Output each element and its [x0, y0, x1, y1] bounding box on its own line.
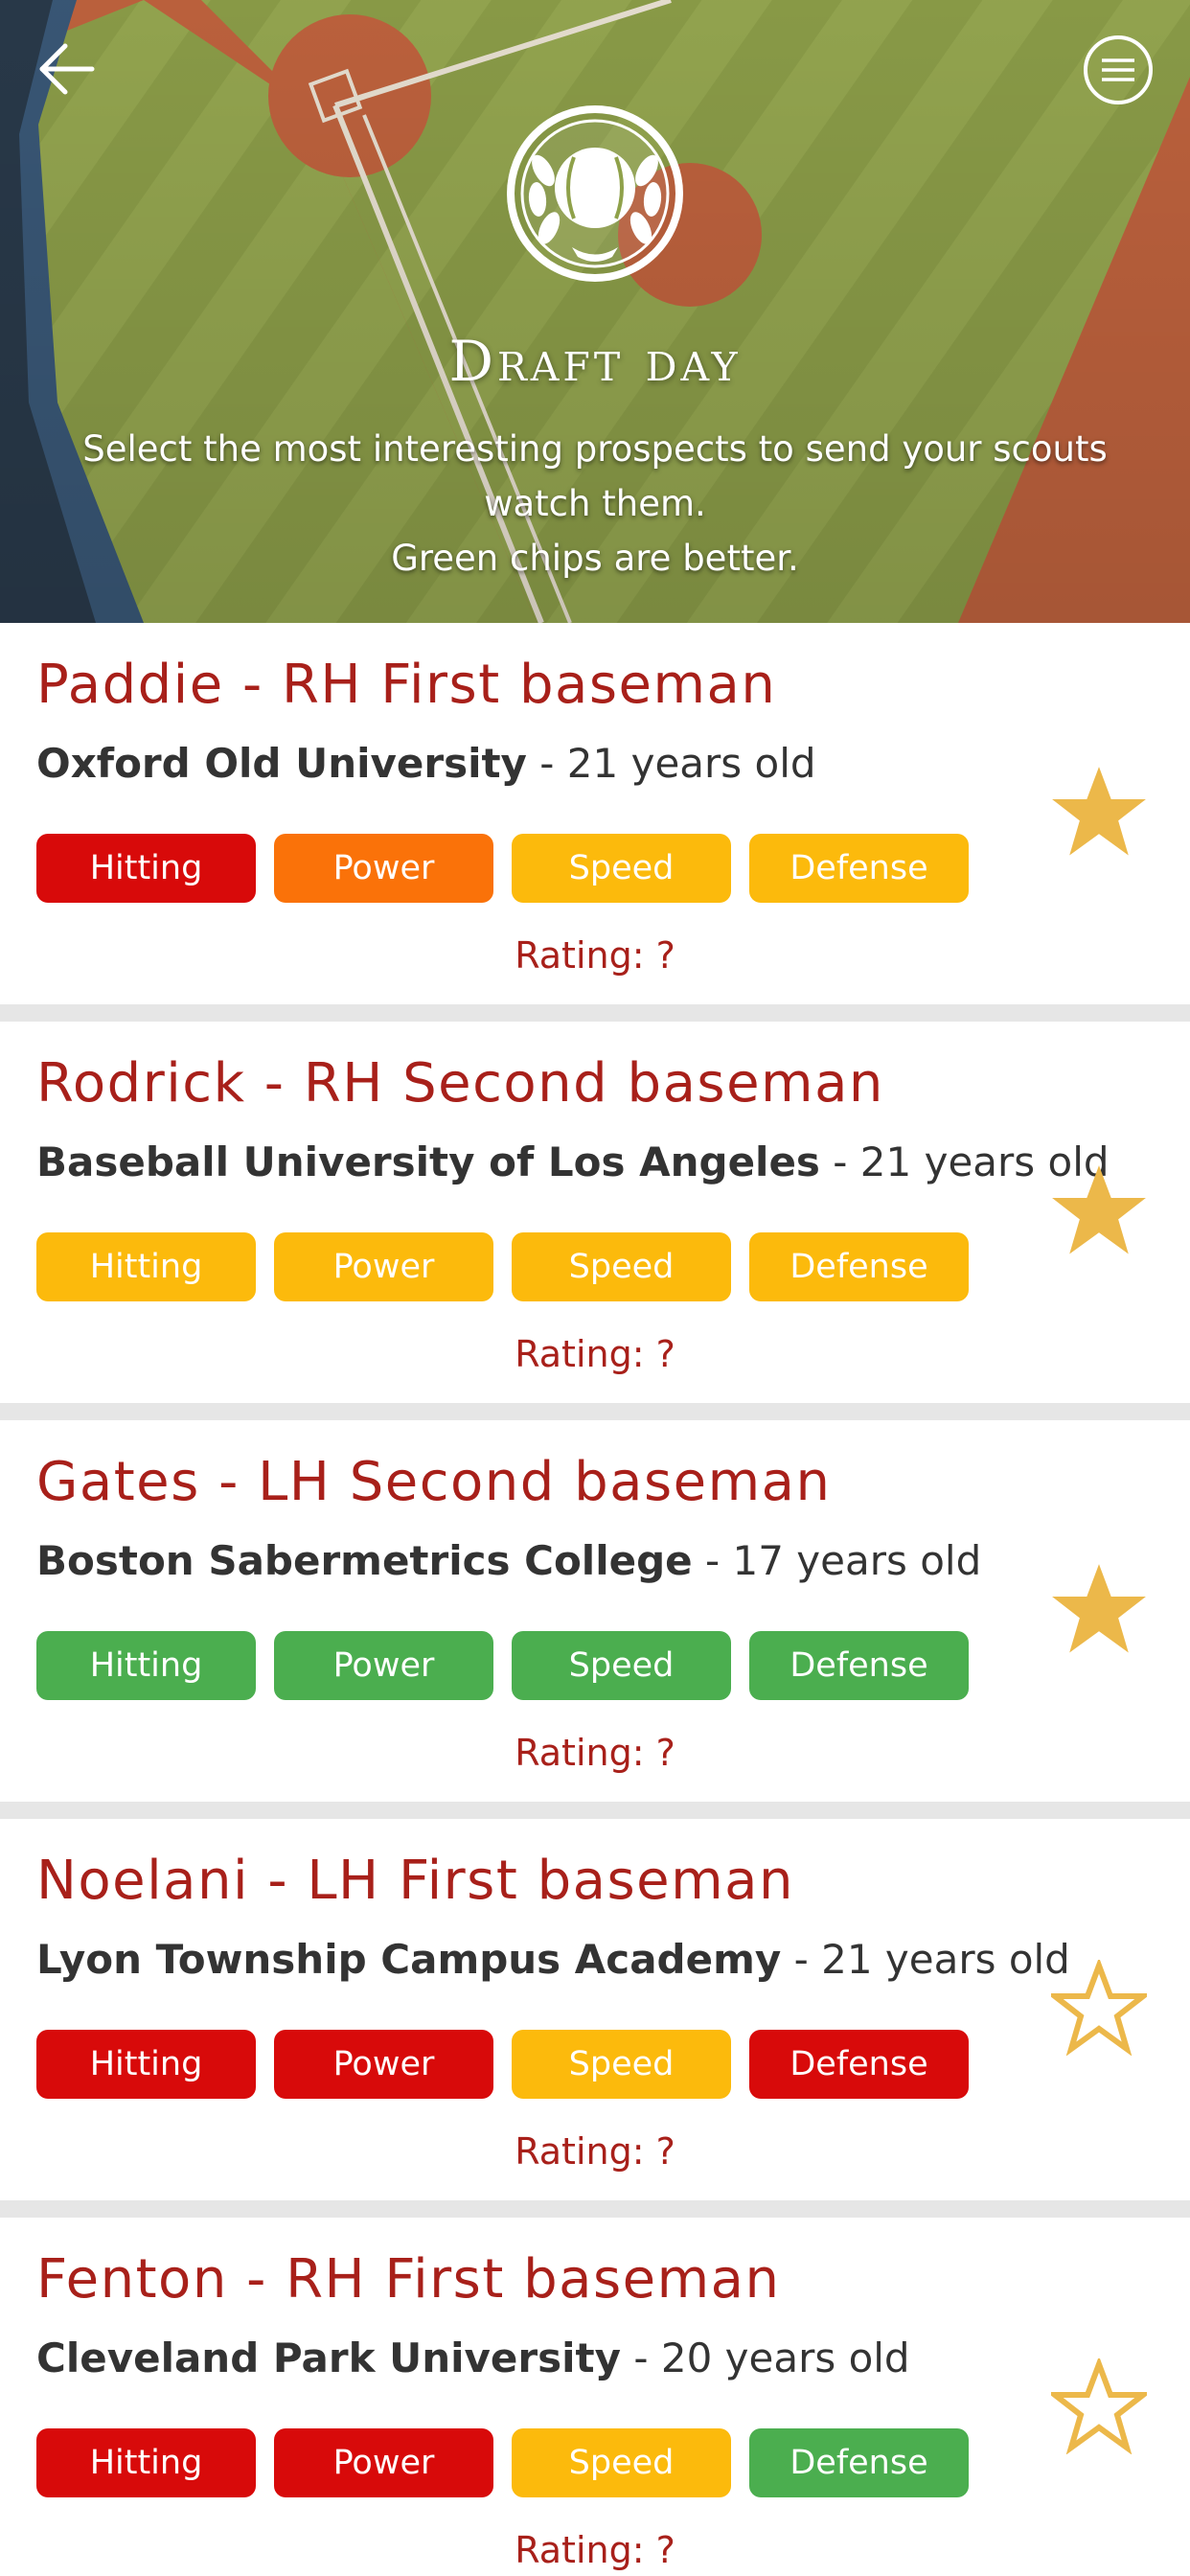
school-name: Boston Sabermetrics College — [36, 1537, 693, 1584]
school-name: Lyon Township Campus Academy — [36, 1936, 782, 1983]
prospect-school: Lyon Township Campus Academy - 21 years … — [36, 1936, 1070, 1983]
school-name: Cleveland Park University — [36, 2334, 621, 2381]
prospect-age: - 21 years old — [526, 740, 816, 787]
prospect-name: Rodrick - RH Second baseman — [36, 1052, 884, 1115]
prospect-card[interactable]: Noelani - LH First baseman Lyon Township… — [0, 1819, 1190, 2200]
chip-speed: Speed — [512, 1631, 731, 1700]
chip-speed: Speed — [512, 834, 731, 903]
star-icon[interactable] — [1051, 2358, 1147, 2454]
prospect-name: Gates - LH Second baseman — [36, 1451, 832, 1513]
chip-power: Power — [274, 1631, 493, 1700]
chip-defense: Defense — [749, 1232, 969, 1301]
chip-hitting: Hitting — [36, 1631, 256, 1700]
prospect-rating: Rating: ? — [515, 1732, 675, 1774]
chip-speed: Speed — [512, 2428, 731, 2497]
chip-defense: Defense — [749, 1631, 969, 1700]
chip-hitting: Hitting — [36, 834, 256, 903]
prospect-card[interactable]: Fenton - RH First baseman Cleveland Park… — [0, 2218, 1190, 2576]
prospect-rating: Rating: ? — [515, 2130, 675, 2173]
star-icon[interactable] — [1051, 1561, 1147, 1657]
prospect-card[interactable]: Rodrick - RH Second baseman Baseball Uni… — [0, 1022, 1190, 1403]
prospect-rating: Rating: ? — [515, 2529, 675, 2571]
star-icon[interactable] — [1051, 1162, 1147, 1258]
subtitle-line: Green chips are better. — [391, 538, 799, 579]
prospect-rating: Rating: ? — [515, 934, 675, 977]
prospect-school: Boston Sabermetrics College - 17 years o… — [36, 1537, 981, 1584]
prospect-age: - 17 years old — [692, 1537, 982, 1584]
chip-power: Power — [274, 2428, 493, 2497]
subtitle-line: watch them. — [484, 483, 706, 524]
chip-hitting: Hitting — [36, 2030, 256, 2099]
chip-defense: Defense — [749, 834, 969, 903]
chip-speed: Speed — [512, 2030, 731, 2099]
chip-power: Power — [274, 2030, 493, 2099]
page-title: Draft day — [448, 329, 742, 394]
baseball-laurel-icon — [507, 105, 683, 282]
prospect-age: - 21 years old — [781, 1936, 1070, 1983]
chip-speed: Speed — [512, 1232, 731, 1301]
hamburger-menu-icon[interactable] — [1083, 34, 1154, 105]
prospect-card[interactable]: Paddie - RH First baseman Oxford Old Uni… — [0, 623, 1190, 1004]
chip-hitting: Hitting — [36, 1232, 256, 1301]
prospect-school: Cleveland Park University - 20 years old — [36, 2334, 910, 2381]
prospect-school: Oxford Old University - 21 years old — [36, 740, 816, 787]
prospect-name: Fenton - RH First baseman — [36, 2248, 781, 2311]
prospect-list: Paddie - RH First baseman Oxford Old Uni… — [0, 623, 1190, 2576]
prospect-age: - 20 years old — [620, 2334, 910, 2381]
chip-power: Power — [274, 834, 493, 903]
header: Draft day Select the most interesting pr… — [0, 0, 1190, 623]
chip-defense: Defense — [749, 2428, 969, 2497]
prospect-school: Baseball University of Los Angeles - 21 … — [36, 1138, 1110, 1185]
prospect-name: Noelani - LH First baseman — [36, 1850, 794, 1912]
page-subtitle: Select the most interesting prospects to… — [38, 422, 1152, 586]
chip-hitting: Hitting — [36, 2428, 256, 2497]
school-name: Baseball University of Los Angeles — [36, 1138, 820, 1185]
prospect-card[interactable]: Gates - LH Second baseman Boston Saberme… — [0, 1420, 1190, 1802]
school-name: Oxford Old University — [36, 740, 527, 787]
chip-defense: Defense — [749, 2030, 969, 2099]
arrow-left-icon[interactable] — [36, 38, 98, 100]
chip-power: Power — [274, 1232, 493, 1301]
subtitle-line: Select the most interesting prospects to… — [82, 428, 1108, 470]
prospect-rating: Rating: ? — [515, 1333, 675, 1375]
prospect-name: Paddie - RH First baseman — [36, 654, 777, 716]
star-icon[interactable] — [1051, 1960, 1147, 2056]
star-icon[interactable] — [1051, 764, 1147, 860]
